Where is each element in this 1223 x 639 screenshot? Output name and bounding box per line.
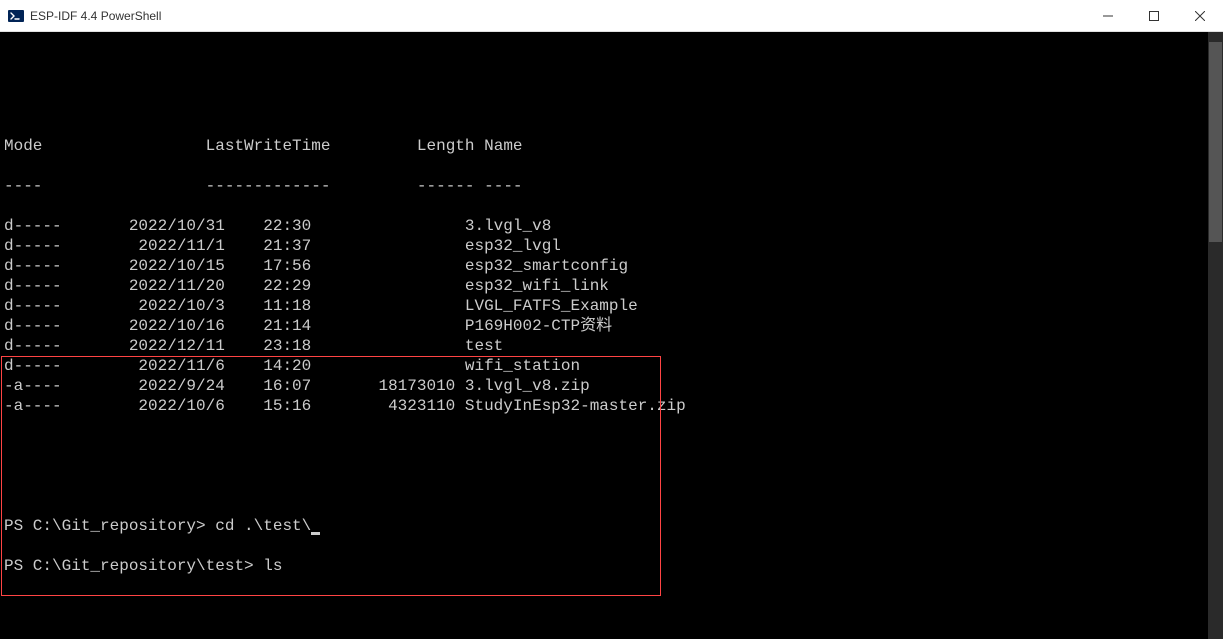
col-mode: Mode (4, 137, 42, 155)
blank-line (4, 476, 1223, 496)
col-length-dash: ------ (417, 177, 475, 195)
col-name-dash: ---- (484, 177, 522, 195)
maximize-button[interactable] (1131, 0, 1177, 31)
col-length: Length (417, 137, 475, 155)
col-mode-dash: ---- (4, 177, 42, 195)
table-row: d----- 2022/11/20 22:29 esp32_wifi_link (4, 276, 1223, 296)
window-titlebar: ESP-IDF 4.4 PowerShell (0, 0, 1223, 32)
table-row: d----- 2022/10/16 21:14 P169H002-CTP资料 (4, 316, 1223, 336)
table-row: d----- 2022/10/15 17:56 esp32_smartconfi… (4, 256, 1223, 276)
table-row: d----- 2022/11/1 21:37 esp32_lvgl (4, 236, 1223, 256)
table-row: -a---- 2022/9/24 16:07 18173010 3.lvgl_v… (4, 376, 1223, 396)
col-lastwrite-dash: ------------- (206, 177, 331, 195)
table-row: d----- 2022/11/6 14:20 wifi_station (4, 356, 1223, 376)
powershell-icon (8, 8, 24, 24)
table-row: -a---- 2022/10/6 15:16 4323110 StudyInEs… (4, 396, 1223, 416)
table-row: d----- 2022/10/3 11:18 LVGL_FATFS_Exampl… (4, 296, 1223, 316)
minimize-button[interactable] (1085, 0, 1131, 31)
col-name: Name (484, 137, 522, 155)
blank-line (4, 56, 1223, 76)
table-header-dashes: ---- ------------- ------ ---- (4, 176, 1223, 196)
prompt-line-1: PS C:\Git_repository> cd .\test\ (4, 516, 1223, 536)
scrollbar-thumb[interactable] (1209, 42, 1222, 242)
window-controls (1085, 0, 1223, 31)
blank-line (4, 596, 1223, 616)
blank-line (4, 96, 1223, 116)
table-header: Mode LastWriteTime Length Name (4, 136, 1223, 156)
close-button[interactable] (1177, 0, 1223, 31)
prompt-line-2: PS C:\Git_repository\test> ls (4, 556, 1223, 576)
listing-1: d----- 2022/10/31 22:30 3.lvgl_v8d----- … (4, 216, 1223, 416)
command-text: ls (263, 557, 282, 575)
scrollbar[interactable] (1208, 32, 1223, 639)
table-row: d----- 2022/12/11 23:18 test (4, 336, 1223, 356)
prompt-prefix: PS C:\Git_repository\test> (4, 557, 263, 575)
window-title: ESP-IDF 4.4 PowerShell (30, 9, 1085, 23)
cursor-icon (311, 532, 320, 535)
blank-line (4, 436, 1223, 456)
terminal-area[interactable]: Mode LastWriteTime Length Name ---- ----… (0, 32, 1223, 639)
col-lastwrite: LastWriteTime (206, 137, 331, 155)
prompt-prefix: PS C:\Git_repository> (4, 517, 215, 535)
table-row: d----- 2022/10/31 22:30 3.lvgl_v8 (4, 216, 1223, 236)
command-text: cd .\test\ (215, 517, 311, 535)
